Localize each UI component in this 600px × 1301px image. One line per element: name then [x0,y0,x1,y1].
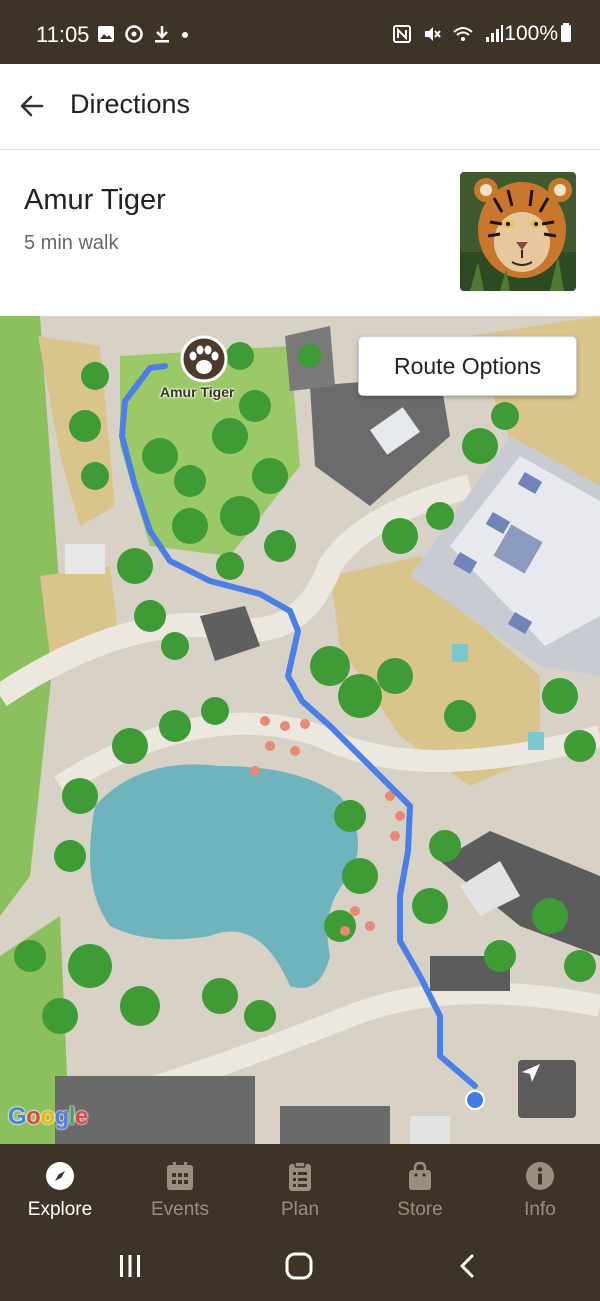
nav-label: Store [397,1199,443,1220]
paw-print-icon[interactable] [180,335,228,383]
nav-item-info[interactable]: Info [480,1144,600,1230]
compass-icon [43,1159,77,1193]
recent-apps-button[interactable] [110,1248,150,1284]
navigation-arrow-icon [522,1064,540,1082]
pavilion-roof [65,544,105,574]
nav-label: Plan [280,1199,320,1220]
info-icon [523,1159,557,1193]
nav-label: Events [150,1199,210,1220]
system-nav-bar [0,1230,600,1301]
route-options-button[interactable]: Route Options [358,336,577,396]
wifi-icon [453,27,473,41]
my-location-button[interactable] [518,1060,576,1118]
destination-header: Amur Tiger 5 min walk [0,150,600,316]
nav-item-explore[interactable]: Explore [0,1144,120,1230]
tiger-image-icon [460,172,576,291]
calendar-icon [163,1159,197,1193]
arrow-left-icon [20,95,44,117]
nav-item-events[interactable]: Events [120,1144,240,1230]
image-icon [98,26,114,42]
map-canvas[interactable] [0,316,600,1144]
page-title: Directions [70,89,191,119]
google-logo: Google [8,1103,88,1130]
status-icons-left [96,24,190,44]
nav-item-store[interactable]: Store [360,1144,480,1230]
mute-icon [425,27,441,41]
nav-label: Info [524,1199,556,1220]
walk-time: 5 min walk [24,232,119,254]
destination-name: Amur Tiger [24,184,166,216]
back-button[interactable] [10,84,54,128]
nfc-icon [393,25,411,43]
battery-level: 100% [504,22,572,46]
home-button[interactable] [279,1248,319,1284]
nav-item-plan[interactable]: Plan [240,1144,360,1230]
status-time: 11:05 [36,22,90,47]
status-bar: 11:05 100% [0,0,600,64]
sync-icon [125,25,143,43]
shopping-bag-icon [403,1159,437,1193]
download-icon [155,26,169,43]
system-back-button[interactable] [448,1248,488,1284]
battery-icon [561,23,571,42]
recent-apps-icon [120,1255,140,1277]
pin-label: Amur Tiger [160,384,235,400]
battery-text: 100% [504,22,558,45]
map-view[interactable]: Amur Tiger Route Options Google [0,316,600,1144]
nav-label: Explore [27,1199,93,1220]
clipboard-icon [283,1159,317,1193]
dot-icon [182,32,188,38]
current-location-dot [467,1092,483,1108]
app-bar: Directions [0,64,600,150]
status-icons-right [392,24,504,44]
signal-icon [486,25,503,42]
chevron-left-icon [460,1254,474,1278]
home-icon [285,1252,313,1280]
tiger-thumbnail [460,172,576,291]
bottom-nav: Explore Events Plan Store Info [0,1144,600,1230]
